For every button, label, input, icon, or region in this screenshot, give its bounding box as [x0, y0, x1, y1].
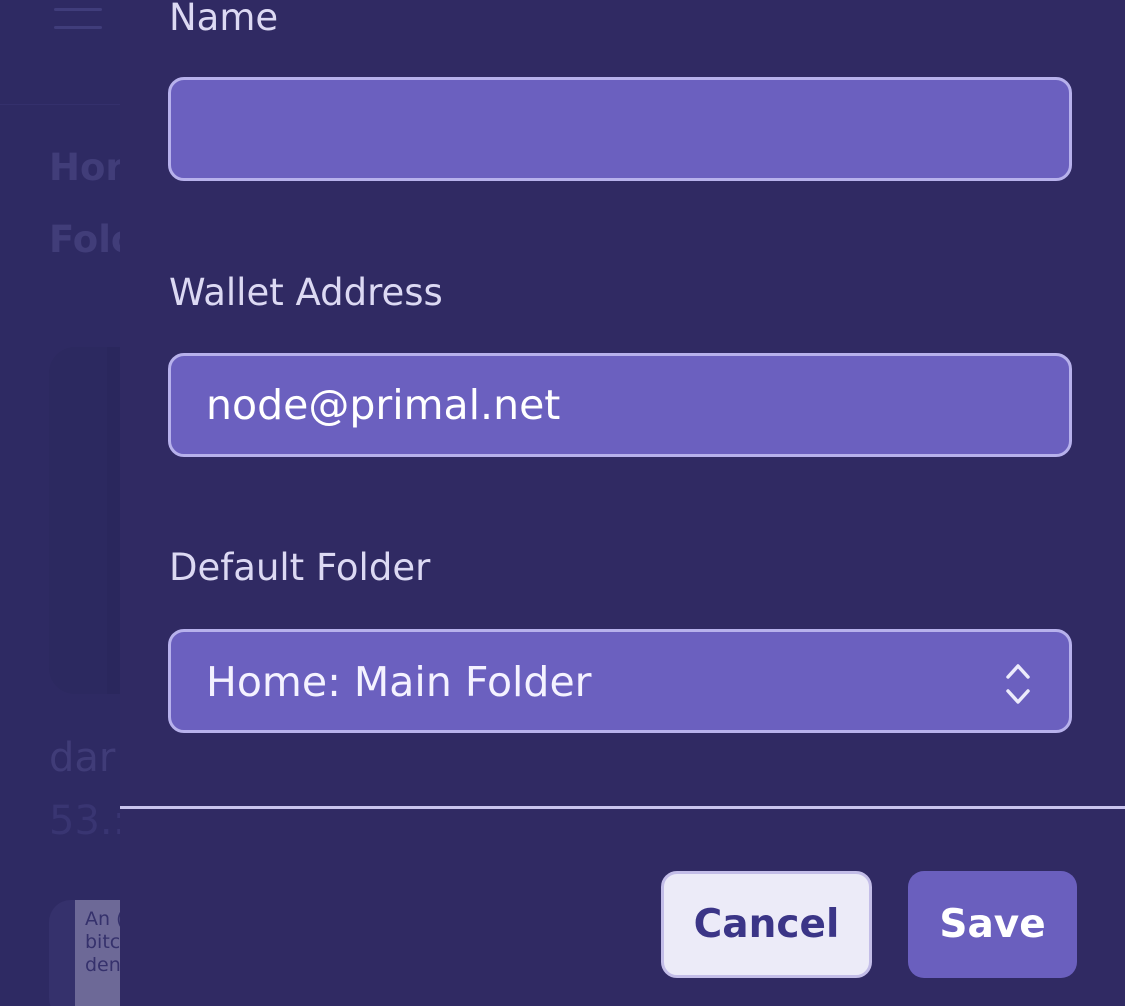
default-folder-select[interactable]: Home: Main Folder: [168, 629, 1072, 733]
background-page: Hor Folc dar 53.: An ( bitc den: [0, 0, 120, 1006]
default-folder-label: Default Folder: [169, 546, 431, 589]
name-input[interactable]: [171, 80, 1069, 178]
cancel-button[interactable]: Cancel: [661, 871, 872, 978]
name-label: Name: [169, 0, 279, 39]
footer-divider: [120, 806, 1125, 809]
name-field[interactable]: [168, 77, 1072, 181]
wallet-address-input[interactable]: [171, 356, 1069, 454]
chevron-up-down-icon: [1006, 664, 1030, 704]
save-button[interactable]: Save: [908, 871, 1077, 978]
wallet-form-modal: Name Wallet Address Default Folder Home:…: [120, 0, 1125, 1006]
wallet-address-label: Wallet Address: [169, 271, 443, 314]
wallet-address-field[interactable]: [168, 353, 1072, 457]
default-folder-selected-value: Home: Main Folder: [206, 658, 592, 706]
modal-backdrop: [0, 0, 120, 1006]
